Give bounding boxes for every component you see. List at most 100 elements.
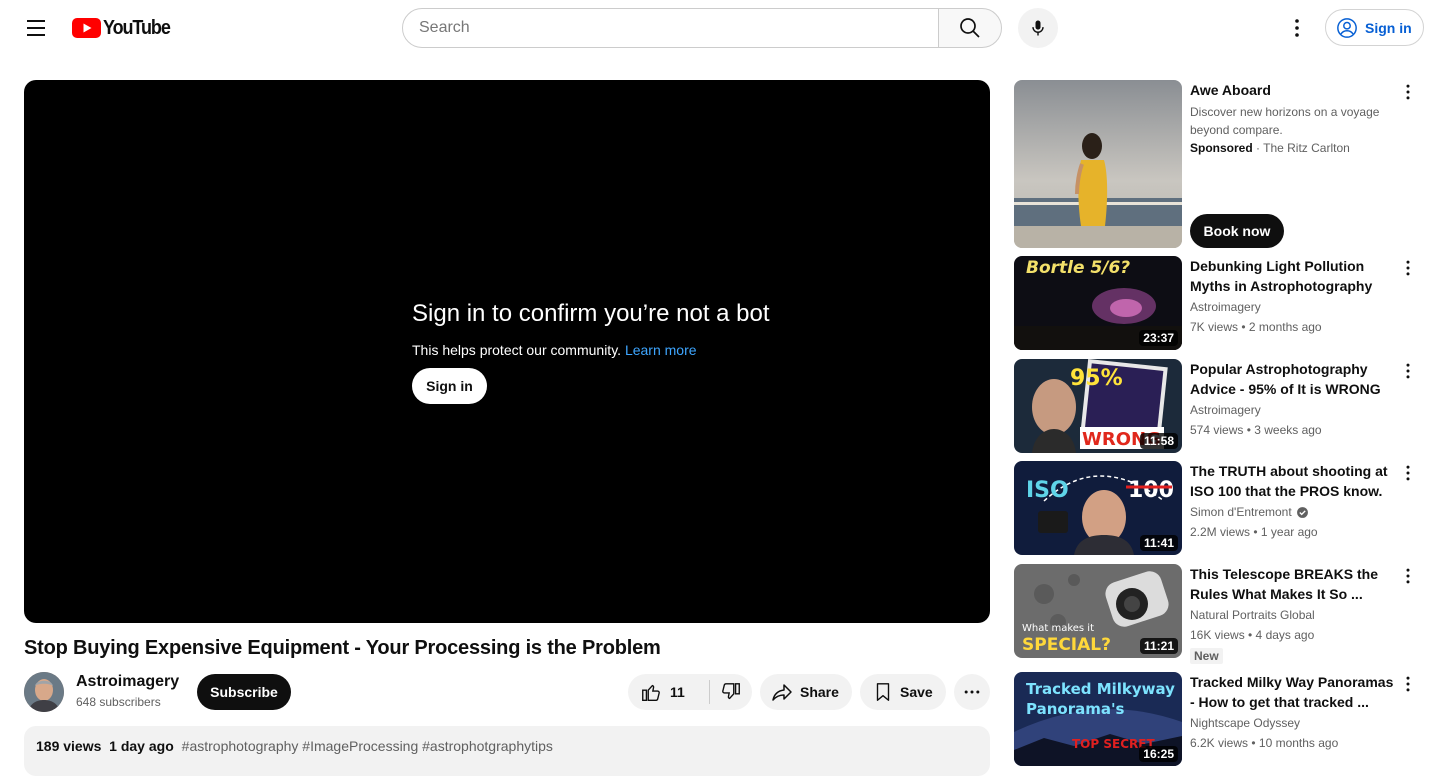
learn-more-link[interactable]: Learn more <box>625 342 697 358</box>
thumb-up-icon <box>642 684 660 701</box>
settings-more-button[interactable] <box>1277 8 1317 48</box>
video-meta: 574 views • 3 weeks ago <box>1190 423 1322 437</box>
video-more-button[interactable] <box>1398 461 1418 485</box>
more-actions-button[interactable] <box>954 674 990 710</box>
dislike-button[interactable] <box>710 674 752 710</box>
sign-in-label: Sign in <box>1365 19 1412 36</box>
bot-check-title: Sign in to confirm you’re not a bot <box>412 300 770 327</box>
channel-name[interactable]: Astroimagery <box>1190 300 1261 314</box>
verified-icon <box>1296 506 1308 518</box>
duration-badge: 16:25 <box>1139 746 1178 762</box>
channel-name[interactable]: Astroimagery <box>1190 403 1261 417</box>
thumb-text: ISO <box>1026 478 1069 503</box>
video-more-button[interactable] <box>1398 672 1418 696</box>
duration-badge: 11:21 <box>1139 638 1178 654</box>
youtube-logo[interactable]: YouTube <box>72 17 177 39</box>
video-more-button[interactable] <box>1398 256 1418 280</box>
avatar-image <box>24 672 64 712</box>
share-button[interactable]: Share <box>760 674 852 710</box>
more-vert-icon <box>1406 363 1410 379</box>
microphone-icon <box>1032 20 1044 36</box>
video-title[interactable]: Debunking Light Pollution Myths in Astro… <box>1190 256 1394 296</box>
search-icon <box>960 18 980 38</box>
video-title: Stop Buying Expensive Equipment - Your P… <box>24 637 661 659</box>
youtube-play-icon <box>72 18 101 38</box>
advertiser-name: The Ritz Carlton <box>1263 141 1350 155</box>
more-vert-icon <box>1406 465 1410 481</box>
ad-thumbnail[interactable] <box>1014 80 1182 248</box>
channel-avatar[interactable] <box>24 672 64 712</box>
related-video[interactable]: Bortle 5/6? 23:37 Debunking Light Pollut… <box>1014 256 1424 351</box>
channel-name[interactable]: Astroimagery <box>76 673 179 691</box>
new-badge: New <box>1190 648 1223 664</box>
duration-badge: 11:58 <box>1139 433 1178 449</box>
more-vert-icon <box>1406 84 1410 100</box>
video-title[interactable]: This Telescope BREAKS the Rules What Mak… <box>1190 564 1394 604</box>
channel-name[interactable]: Natural Portraits Global <box>1190 608 1315 622</box>
thumb-text: Panorama's <box>1026 700 1125 718</box>
video-more-button[interactable] <box>1398 359 1418 383</box>
share-label: Share <box>800 684 839 700</box>
thumb-text: SPECIAL? <box>1022 635 1111 655</box>
video-thumbnail[interactable]: What makes it SPECIAL? 11:21 <box>1014 564 1182 658</box>
video-thumbnail[interactable]: ISO 100 11:41 <box>1014 461 1182 555</box>
menu-icon[interactable] <box>16 8 56 48</box>
upload-age: 1 day ago <box>109 738 174 754</box>
subscriber-count: 648 subscribers <box>76 695 161 709</box>
thumb-text: Tracked Milkyway <box>1026 680 1175 698</box>
channel-name[interactable]: Nightscape Odyssey <box>1190 716 1300 730</box>
duration-badge: 11:41 <box>1139 535 1178 551</box>
voice-search-button[interactable] <box>1018 8 1058 48</box>
thumb-down-icon <box>722 683 740 700</box>
related-video[interactable]: ISO 100 11:41 The TRUTH about shooting a… <box>1014 461 1424 556</box>
bot-check-text: This helps protect our community. <box>412 342 622 358</box>
ad-title[interactable]: Awe Aboard <box>1190 80 1394 100</box>
ad-sponsor-line: Sponsored · The Ritz Carlton <box>1190 141 1350 155</box>
ad-image <box>1014 80 1182 248</box>
more-vert-icon <box>1295 19 1299 37</box>
subscribe-button[interactable]: Subscribe <box>197 674 291 710</box>
save-button[interactable]: Save <box>860 674 946 710</box>
video-meta: 2.2M views • 1 year ago <box>1190 525 1318 539</box>
video-meta: 6.2K views • 10 months ago <box>1190 736 1339 750</box>
book-now-button[interactable]: Book now <box>1190 214 1284 248</box>
sponsored-ad[interactable]: Awe Aboard Discover new horizons on a vo… <box>1014 80 1424 248</box>
channel-label: Simon d'Entremont <box>1190 505 1292 519</box>
search-button[interactable] <box>938 8 1002 48</box>
channel-name[interactable]: Simon d'Entremont <box>1190 505 1309 519</box>
thumb-text: 95% <box>1070 366 1123 391</box>
thumb-text: Bortle 5/6? <box>1026 258 1130 278</box>
related-video[interactable]: 95% WRONG 11:58 Popular Astrophotography… <box>1014 359 1424 454</box>
like-count: 11 <box>670 684 685 700</box>
like-button[interactable]: 11 <box>628 680 710 704</box>
related-video[interactable]: What makes it SPECIAL? 11:21 This Telesc… <box>1014 564 1424 664</box>
description-box[interactable]: 189 views 1 day ago #astrophotography #I… <box>24 726 990 776</box>
save-label: Save <box>900 684 933 700</box>
video-title[interactable]: The TRUTH about shooting at ISO 100 that… <box>1190 461 1394 501</box>
masthead: YouTube Sign in <box>0 0 1440 56</box>
share-icon <box>772 684 792 701</box>
video-meta: 7K views • 2 months ago <box>1190 320 1322 334</box>
video-thumbnail[interactable]: Tracked Milkyway Panorama's TOP SECRET 1… <box>1014 672 1182 766</box>
bookmark-icon <box>876 683 890 701</box>
bot-check-subtitle: This helps protect our community. Learn … <box>412 342 697 358</box>
video-title[interactable]: Popular Astrophotography Advice - 95% of… <box>1190 359 1394 399</box>
player-sign-in-button[interactable]: Sign in <box>412 368 487 404</box>
video-player[interactable]: Sign in to confirm you’re not a bot This… <box>24 80 990 623</box>
search-input[interactable] <box>402 8 939 48</box>
more-horiz-icon <box>964 690 980 694</box>
ad-more-button[interactable] <box>1398 80 1418 104</box>
ad-description: Discover new horizons on a voyage beyond… <box>1190 105 1380 137</box>
video-more-button[interactable] <box>1398 564 1418 588</box>
video-thumbnail[interactable]: 95% WRONG 11:58 <box>1014 359 1182 453</box>
thumb-text: 100 <box>1128 478 1174 503</box>
hashtags[interactable]: #astrophotography #ImageProcessing #astr… <box>182 738 553 754</box>
logo-text: YouTube <box>103 16 171 39</box>
related-video[interactable]: Tracked Milkyway Panorama's TOP SECRET 1… <box>1014 672 1424 767</box>
duration-badge: 23:37 <box>1139 330 1178 346</box>
more-vert-icon <box>1406 260 1410 276</box>
video-thumbnail[interactable]: Bortle 5/6? 23:37 <box>1014 256 1182 350</box>
sign-in-button[interactable]: Sign in <box>1325 9 1424 46</box>
video-title[interactable]: Tracked Milky Way Panoramas - How to get… <box>1190 672 1394 712</box>
thumb-text: What makes it <box>1022 623 1094 634</box>
